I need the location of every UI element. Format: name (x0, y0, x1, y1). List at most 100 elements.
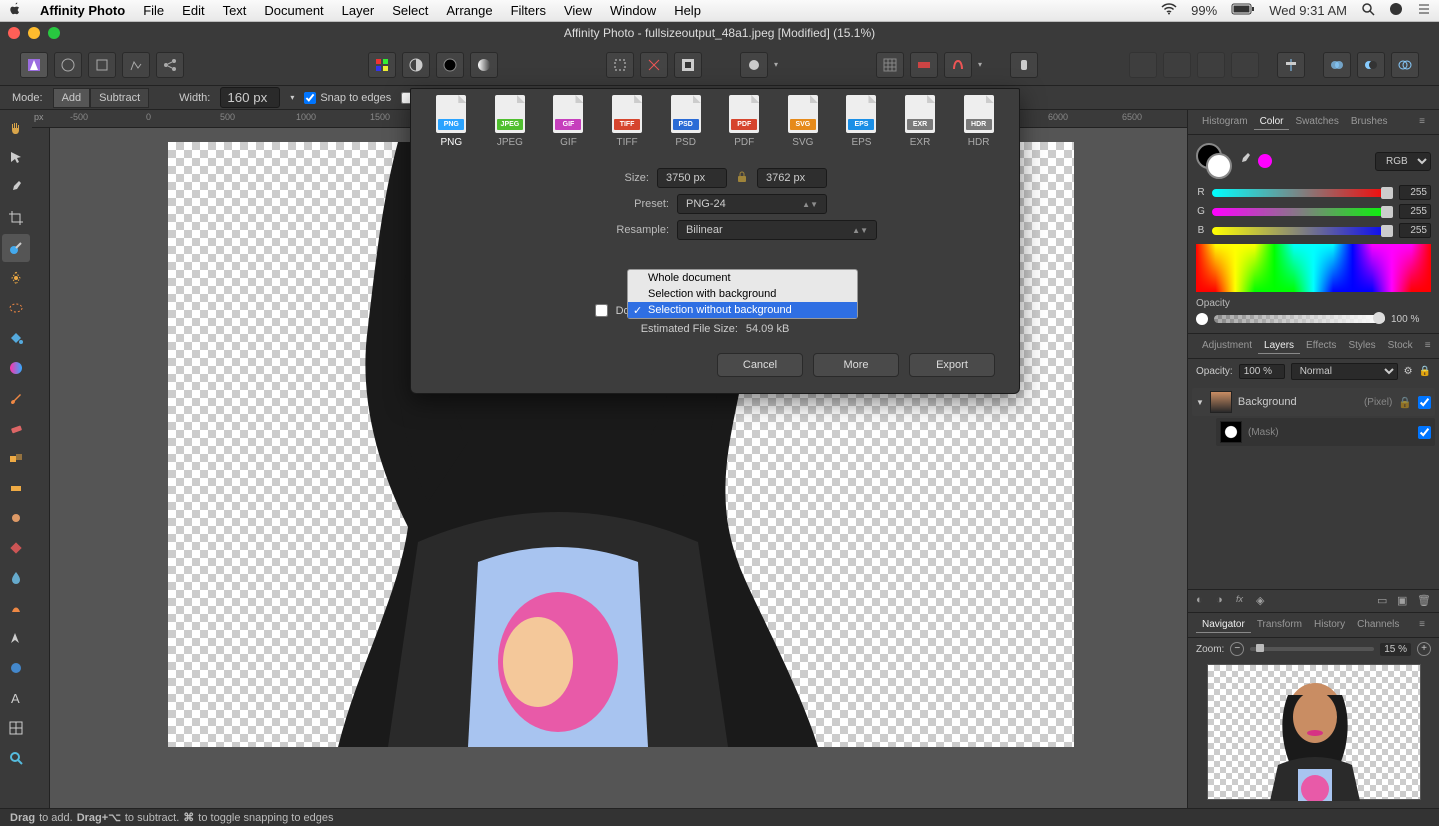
snapping-icon[interactable] (944, 52, 972, 78)
fg-bg-swatch[interactable] (1196, 143, 1232, 179)
dodge-tool-icon[interactable] (2, 504, 30, 532)
inpainting-tool-icon[interactable] (2, 474, 30, 502)
gradient-tool-icon[interactable] (2, 354, 30, 382)
mesh-tool-icon[interactable] (2, 714, 30, 742)
apple-logo-icon[interactable] (8, 2, 22, 19)
r-slider[interactable] (1212, 189, 1393, 197)
format-eps[interactable]: EPSEPS (845, 95, 878, 148)
blend-mode-select[interactable]: Normal (1291, 363, 1398, 380)
navigator-thumbnail[interactable] (1207, 664, 1421, 800)
color-wheel-icon[interactable] (436, 52, 464, 78)
erase-tool-icon[interactable] (2, 414, 30, 442)
tab-adjustment[interactable]: Adjustment (1196, 338, 1258, 354)
menu-view[interactable]: View (564, 3, 592, 18)
healing-tool-icon[interactable] (2, 534, 30, 562)
live-filter-icon[interactable]: ◈ (1256, 594, 1270, 608)
move-tool-icon[interactable] (2, 144, 30, 172)
tab-navigator[interactable]: Navigator (1196, 617, 1251, 633)
arrange-forward-icon[interactable] (1197, 52, 1225, 78)
format-svg[interactable]: SVGSVG (787, 95, 820, 148)
export-height-field[interactable] (757, 168, 827, 188)
layer-opacity-field[interactable] (1239, 364, 1285, 379)
invert-selection-icon[interactable] (674, 52, 702, 78)
tab-swatches[interactable]: Swatches (1289, 114, 1344, 130)
opacity-slider[interactable] (1214, 315, 1385, 323)
boolean-add-icon[interactable] (1323, 52, 1351, 78)
g-slider[interactable] (1212, 208, 1393, 216)
tab-styles[interactable]: Styles (1342, 338, 1381, 354)
zoom-value[interactable]: 15 % (1380, 643, 1411, 656)
persona-tone-icon[interactable] (122, 52, 150, 78)
shape-tool-icon[interactable] (2, 654, 30, 682)
blur-tool-icon[interactable] (2, 564, 30, 592)
pen-tool-icon[interactable] (2, 624, 30, 652)
zoom-in-icon[interactable]: + (1417, 642, 1431, 656)
menu-window[interactable]: Window (610, 3, 656, 18)
persona-photo-icon[interactable] (20, 52, 48, 78)
assistant-icon[interactable] (1010, 52, 1038, 78)
layer-lock-icon[interactable]: 🔒 (1398, 396, 1412, 409)
zoom-tool-icon[interactable] (2, 744, 30, 772)
r-value[interactable]: 255 (1399, 185, 1431, 200)
persona-develop-icon[interactable] (88, 52, 116, 78)
crop-tool-icon[interactable] (2, 204, 30, 232)
area-option-with-bg[interactable]: Selection with background (628, 286, 857, 302)
clone-tool-icon[interactable] (2, 444, 30, 472)
layer-mask[interactable]: (Mask) (1216, 418, 1435, 446)
color-picker-tool-icon[interactable] (2, 174, 30, 202)
text-tool-icon[interactable]: A (2, 684, 30, 712)
deselect-icon[interactable] (640, 52, 668, 78)
selection-brush-tool-icon[interactable] (2, 234, 30, 262)
snap-checkbox[interactable] (304, 92, 316, 104)
group-icon[interactable]: ▭ (1377, 594, 1391, 608)
close-window-icon[interactable] (8, 27, 20, 39)
area-option-whole[interactable]: Whole document (628, 270, 857, 286)
format-exr[interactable]: EXREXR (904, 95, 937, 148)
layer-mask-icon[interactable]: ◐ (1196, 594, 1210, 608)
tab-color[interactable]: Color (1254, 114, 1290, 130)
spectrum-picker[interactable] (1196, 244, 1431, 292)
resample-select[interactable]: Bilinear▲▼ (677, 220, 877, 240)
eyedropper-icon[interactable] (1238, 153, 1252, 170)
gradient-icon[interactable] (470, 52, 498, 78)
zoom-window-icon[interactable] (48, 27, 60, 39)
lock-aspect-icon[interactable] (735, 170, 749, 187)
picked-color-swatch[interactable] (1258, 154, 1272, 168)
color-mode-select[interactable]: RGB (1375, 152, 1431, 171)
format-psd[interactable]: PSDPSD (669, 95, 702, 148)
tab-layers[interactable]: Layers (1258, 338, 1300, 354)
area-option-without-bg[interactable]: Selection without background (628, 302, 857, 318)
marquee-tool-icon[interactable] (2, 294, 30, 322)
tab-transform[interactable]: Transform (1251, 617, 1308, 633)
contrast-icon[interactable] (402, 52, 430, 78)
menu-text[interactable]: Text (223, 3, 247, 18)
minimize-window-icon[interactable] (28, 27, 40, 39)
tab-channels[interactable]: Channels (1351, 617, 1405, 633)
spotlight-icon[interactable] (1361, 2, 1375, 19)
menu-filters[interactable]: Filters (511, 3, 546, 18)
clock[interactable]: Wed 9:31 AM (1269, 3, 1347, 18)
menu-layer[interactable]: Layer (342, 3, 375, 18)
mode-subtract-button[interactable]: Subtract (90, 88, 149, 108)
lock-icon[interactable]: 🔒 (1419, 366, 1431, 377)
arrange-front-icon[interactable] (1231, 52, 1259, 78)
zoom-slider[interactable] (1250, 647, 1374, 651)
width-field[interactable] (220, 87, 280, 108)
g-value[interactable]: 255 (1399, 204, 1431, 219)
siri-icon[interactable] (1389, 2, 1403, 19)
menu-select[interactable]: Select (392, 3, 428, 18)
opacity-value[interactable]: 100 % (1391, 314, 1431, 325)
layers-panel-menu-icon[interactable]: ≡ (1419, 338, 1437, 354)
boolean-intersect-icon[interactable] (1391, 52, 1419, 78)
paint-brush-tool-icon[interactable] (2, 384, 30, 412)
gear-icon[interactable]: ⚙ (1404, 366, 1413, 377)
arrange-back-icon[interactable] (1129, 52, 1157, 78)
layer-visible-checkbox[interactable] (1418, 396, 1431, 409)
format-hdr[interactable]: HDRHDR (962, 95, 995, 148)
layer-background[interactable]: ▼ Background (Pixel) 🔒 (1192, 388, 1435, 416)
b-value[interactable]: 255 (1399, 223, 1431, 238)
layer-disclosure-icon[interactable]: ▼ (1196, 398, 1204, 407)
format-jpeg[interactable]: JPEGJPEG (494, 95, 527, 148)
preset-select[interactable]: PNG-24▲▼ (677, 194, 827, 214)
tab-effects[interactable]: Effects (1300, 338, 1342, 354)
